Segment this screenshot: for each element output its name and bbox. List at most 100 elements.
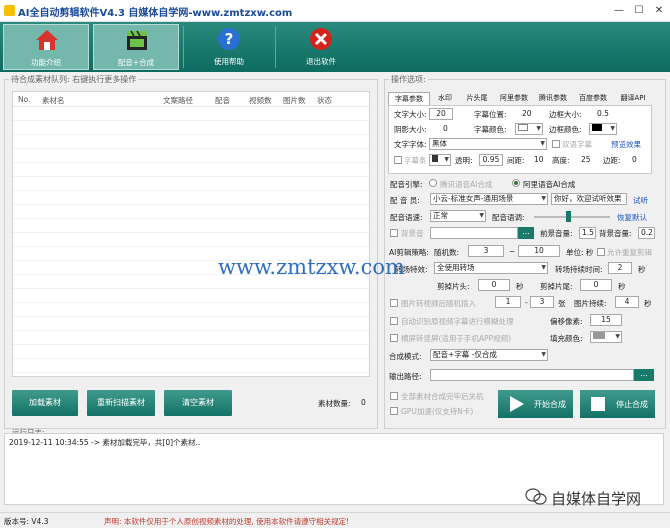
home-icon bbox=[36, 30, 58, 50]
output-browse-button[interactable]: ... bbox=[634, 369, 654, 381]
table-row bbox=[13, 191, 369, 205]
toolbar: 功能介绍 配音+合成 ? 使用帮助 退出软件 bbox=[0, 22, 670, 72]
toolbar-intro-button[interactable]: 功能介绍 bbox=[3, 24, 89, 70]
tab-tencent[interactable]: 腾讯参数 bbox=[534, 92, 572, 105]
col-status: 状态 bbox=[317, 96, 332, 105]
sub-position-value[interactable]: 20 bbox=[522, 109, 532, 118]
image-duration-input[interactable]: 4 bbox=[615, 296, 639, 308]
table-row bbox=[13, 121, 369, 135]
app-icon bbox=[4, 5, 15, 16]
stop-compose-button[interactable]: 停止合成 bbox=[580, 390, 655, 418]
transition-duration-input[interactable]: 2 bbox=[608, 262, 632, 274]
image-range-sep: - bbox=[525, 298, 528, 307]
table-row bbox=[13, 219, 369, 233]
clear-material-button[interactable]: 清空素材 bbox=[164, 390, 232, 416]
bg-music-path-input[interactable] bbox=[430, 227, 518, 239]
tab-intro-outro[interactable]: 片头尾 bbox=[460, 92, 494, 105]
table-row bbox=[13, 359, 369, 373]
stop-icon bbox=[591, 397, 605, 411]
try-listen-link[interactable]: 试听 bbox=[633, 195, 648, 206]
margin-value[interactable]: 0 bbox=[632, 155, 637, 164]
border-color-select[interactable] bbox=[589, 123, 617, 135]
subtitle-bar-checkbox[interactable] bbox=[394, 156, 402, 164]
tab-baidu[interactable]: 百度参数 bbox=[574, 92, 612, 105]
rescan-material-button[interactable]: 重新扫描素材 bbox=[87, 390, 155, 416]
sub-color-label: 字幕颜色: bbox=[474, 125, 507, 134]
fg-volume-input[interactable]: 1.5 bbox=[579, 227, 596, 239]
alpha-input[interactable]: 0.95 bbox=[479, 154, 503, 166]
offset-input[interactable]: 15 bbox=[590, 314, 622, 326]
tone-slider-track[interactable] bbox=[534, 216, 610, 218]
output-label: 输出路径: bbox=[389, 372, 422, 381]
minimize-button[interactable]: — bbox=[612, 4, 626, 17]
image-min-input[interactable]: 1 bbox=[495, 296, 521, 308]
transition-sec-label: 秒 bbox=[638, 265, 646, 274]
table-row bbox=[13, 331, 369, 345]
bg-music-checkbox[interactable] bbox=[390, 229, 398, 237]
version-label: 版本号: V4.3 bbox=[4, 517, 49, 526]
font-family-select[interactable]: 黑体 bbox=[429, 138, 547, 150]
tab-watermark[interactable]: 水印 bbox=[432, 92, 458, 105]
start-compose-label: 开始合成 bbox=[534, 400, 566, 409]
height-value[interactable]: 25 bbox=[581, 155, 591, 164]
border-size-value[interactable]: 0.5 bbox=[597, 109, 609, 118]
test-text-input[interactable]: 你好，欢迎试听效果 bbox=[551, 193, 627, 205]
voice-select[interactable]: 小云-标准女声-通用场景 bbox=[430, 193, 548, 205]
landscape-checkbox[interactable] bbox=[390, 334, 398, 342]
blur-subtitle-checkbox[interactable] bbox=[390, 317, 398, 325]
image-max-input[interactable]: 3 bbox=[530, 296, 554, 308]
engine-tencent-radio[interactable] bbox=[429, 179, 437, 187]
bg-volume-input[interactable]: 0.2 bbox=[638, 227, 655, 239]
wechat-icon bbox=[525, 488, 547, 505]
mode-select[interactable]: 配音+字幕 -仅合成 bbox=[430, 349, 548, 361]
height-label: 高度: bbox=[552, 156, 570, 165]
bar-color-select[interactable] bbox=[429, 154, 451, 166]
color-swatch-black bbox=[592, 124, 602, 131]
table-row bbox=[13, 233, 369, 247]
alpha-label: 透明: bbox=[455, 156, 473, 165]
load-material-button[interactable]: 加载素材 bbox=[12, 390, 78, 416]
bg-music-browse-button[interactable]: ... bbox=[518, 227, 534, 239]
cut-head-label: 剪掉片头: bbox=[437, 282, 470, 291]
cut-tail-input[interactable]: 0 bbox=[580, 279, 612, 291]
queue-table[interactable]: No. 素材名 文案路径 配音 视频数 图片数 状态 bbox=[12, 91, 370, 377]
image-unit-label: 张 bbox=[558, 299, 566, 308]
engine-ali-radio[interactable] bbox=[512, 179, 520, 187]
close-button[interactable]: ✕ bbox=[652, 4, 666, 17]
reuse-checkbox[interactable] bbox=[597, 248, 605, 256]
bilingual-checkbox[interactable] bbox=[552, 140, 560, 148]
toolbar-help-button[interactable]: ? 使用帮助 bbox=[186, 24, 272, 70]
col-no: No. bbox=[18, 95, 31, 104]
start-compose-button[interactable]: 开始合成 bbox=[498, 390, 573, 418]
toolbar-dub-button[interactable]: 配音+合成 bbox=[93, 24, 179, 70]
tab-ali[interactable]: 阿里参数 bbox=[496, 92, 532, 105]
notice-label: 声明: 本软件仅用于个人原创视频素材的处理, 使用本软件请遵守相关规定! bbox=[104, 517, 350, 526]
tab-translate-api[interactable]: 翻译API bbox=[614, 92, 652, 105]
transition-select[interactable]: 全使用转场 bbox=[434, 262, 548, 274]
preview-link[interactable]: 预览效果 bbox=[611, 139, 641, 150]
maximize-button[interactable]: ☐ bbox=[632, 4, 646, 17]
speed-label: 配音语速: bbox=[390, 213, 423, 222]
sub-color-select[interactable] bbox=[515, 123, 543, 135]
shutdown-checkbox[interactable] bbox=[390, 392, 398, 400]
tab-subtitle[interactable]: 字幕参数 bbox=[388, 92, 430, 105]
margin-label: 边距: bbox=[603, 156, 621, 165]
shadow-value[interactable]: 0 bbox=[443, 124, 448, 133]
random-max-input[interactable]: 10 bbox=[518, 245, 560, 257]
reset-default-link[interactable]: 恢复默认 bbox=[617, 212, 647, 223]
random-min-input[interactable]: 3 bbox=[468, 245, 504, 257]
spacing-value[interactable]: 10 bbox=[534, 155, 544, 164]
image-insert-checkbox[interactable] bbox=[390, 299, 398, 307]
table-row bbox=[13, 135, 369, 149]
toolbar-exit-button[interactable]: 退出软件 bbox=[278, 24, 364, 70]
status-bar: 版本号: V4.3 声明: 本软件仅用于个人原创视频素材的处理, 使用本软件请遵… bbox=[0, 512, 670, 528]
fill-color-select[interactable] bbox=[590, 331, 622, 343]
image-duration-label: 图片持续: bbox=[574, 299, 607, 308]
output-path-input[interactable] bbox=[430, 369, 634, 381]
font-size-input[interactable]: 20 bbox=[429, 108, 453, 120]
gpu-checkbox[interactable] bbox=[390, 407, 398, 415]
cut-head-input[interactable]: 0 bbox=[478, 279, 510, 291]
tone-slider-thumb[interactable] bbox=[566, 211, 571, 222]
col-dub: 配音 bbox=[215, 96, 230, 105]
speed-select[interactable]: 正常 bbox=[430, 210, 486, 222]
